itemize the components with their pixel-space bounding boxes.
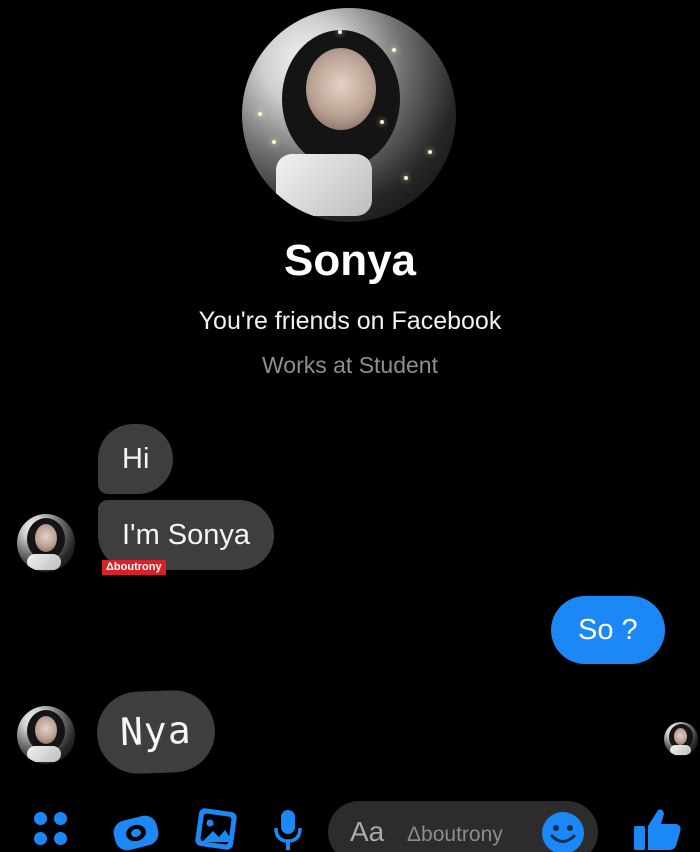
seen-indicator-avatar xyxy=(664,722,698,756)
avatar-face xyxy=(35,716,57,744)
avatar-pillow xyxy=(27,746,61,762)
message-text: So ? xyxy=(578,613,638,646)
incoming-message-bubble[interactable]: Nya xyxy=(95,688,217,776)
contact-avatar[interactable] xyxy=(17,706,75,764)
incoming-message-bubble[interactable]: Hi xyxy=(98,424,174,494)
profile-avatar[interactable] xyxy=(242,8,456,222)
sparkle-light xyxy=(272,140,276,144)
sparkle-light xyxy=(258,112,262,116)
contact-name[interactable]: Sonya xyxy=(0,236,700,287)
watermark-tag: Δboutrony xyxy=(102,560,166,575)
message-text: I'm Sonya xyxy=(122,518,251,551)
avatar-pillow xyxy=(670,745,691,755)
avatar-face xyxy=(306,48,376,130)
avatar-face xyxy=(35,524,57,552)
gallery-icon[interactable] xyxy=(191,806,241,852)
contact-avatar[interactable] xyxy=(17,514,75,572)
input-watermark: Δboutrony xyxy=(407,823,503,846)
camera-icon[interactable] xyxy=(108,810,164,852)
sparkle-light xyxy=(428,150,432,154)
avatar-pillow xyxy=(276,154,372,216)
input-placeholder: Aa xyxy=(350,816,385,847)
sparkle-light xyxy=(404,176,408,180)
avatar-pillow xyxy=(27,554,61,570)
friendship-status: You're friends on Facebook xyxy=(198,307,502,335)
sparkle-light xyxy=(338,30,342,34)
message-text: Nya xyxy=(119,707,193,755)
outgoing-message-bubble[interactable]: So ? xyxy=(551,596,665,664)
smiley-icon[interactable] xyxy=(541,811,585,852)
sparkle-light xyxy=(392,48,396,52)
avatar-face xyxy=(674,728,687,745)
sparkle-light xyxy=(380,120,384,124)
four-dots-icon[interactable] xyxy=(32,810,72,850)
microphone-icon[interactable] xyxy=(272,808,304,852)
message-text: Hi xyxy=(122,442,150,475)
thumbs-up-icon[interactable] xyxy=(630,806,684,852)
work-info: Works at Student xyxy=(262,352,438,378)
